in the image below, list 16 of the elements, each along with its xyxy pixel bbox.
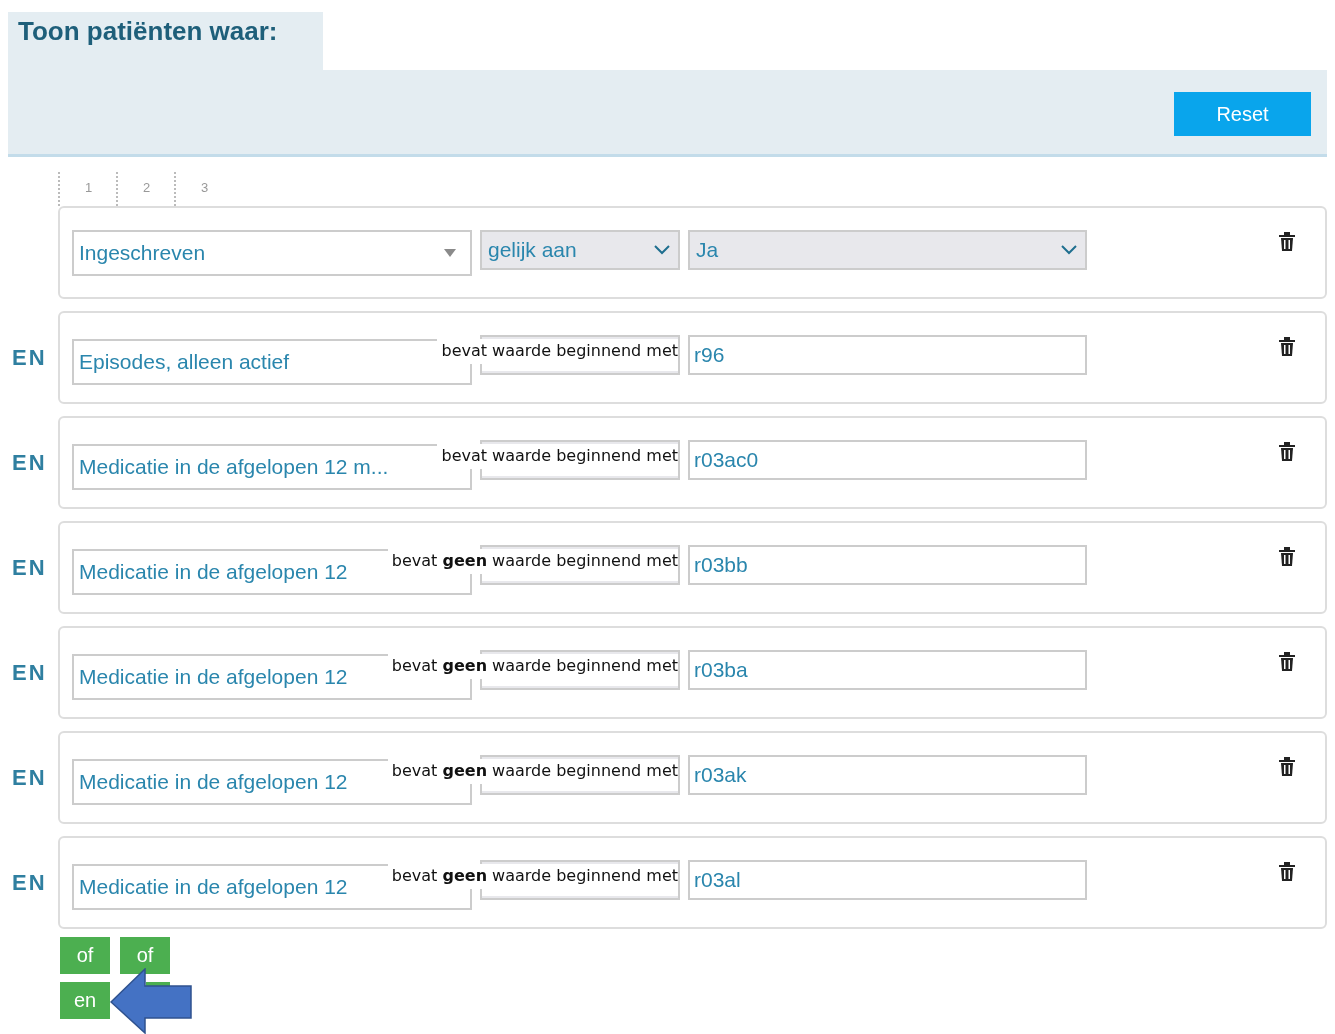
operator-tooltip: bevat waarde beginnend met <box>437 339 678 364</box>
column-number: 1 <box>58 172 116 206</box>
connector-label: EN <box>12 554 47 581</box>
operator-tooltip: bevat waarde beginnend met <box>437 444 678 469</box>
operator-tooltip: bevat geen waarde beginnend met <box>387 549 678 574</box>
connector-label: EN <box>12 659 47 686</box>
connector-label: EN <box>12 344 47 371</box>
connector-label: EN <box>12 869 47 896</box>
operator-tooltip: bevat geen waarde beginnend met <box>387 864 678 889</box>
connector-label: EN <box>12 764 47 791</box>
column-number: 3 <box>174 172 232 206</box>
operator-tooltip: bevat geen waarde beginnend met <box>387 759 678 784</box>
connector-label: EN <box>12 449 47 476</box>
column-number: 2 <box>116 172 174 206</box>
filter-title: Toon patiënten waar: <box>18 16 278 46</box>
operator-tooltip: bevat geen waarde beginnend met <box>387 654 678 679</box>
